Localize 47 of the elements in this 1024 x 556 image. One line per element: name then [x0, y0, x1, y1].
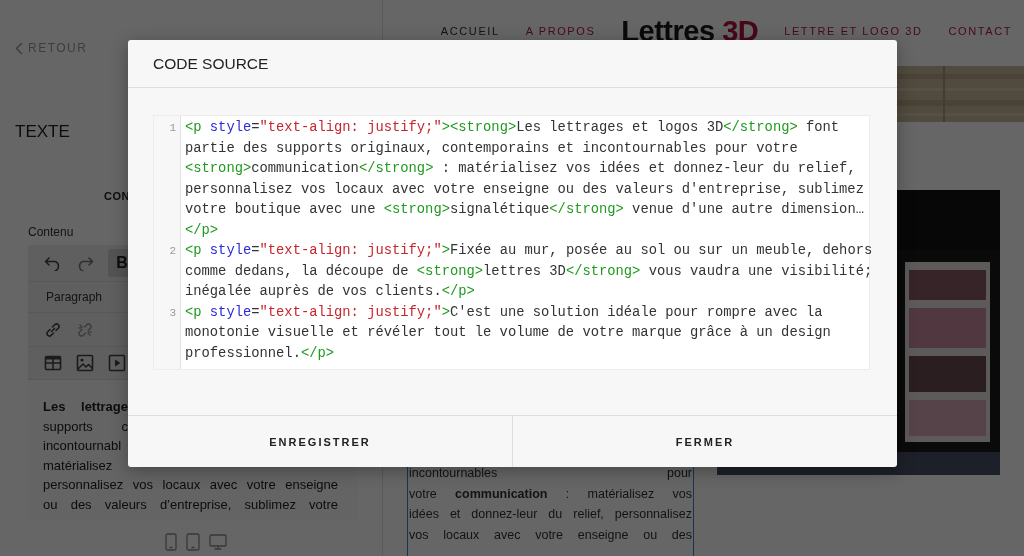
paragraph-line: matérialisez [43, 456, 114, 475]
paragraph-line: idées et donnez-leur du relief, personnalisez [408, 506, 693, 523]
code-line: votre boutique avec une <strong>signalétique</strong> venue d'une autre dimension… [185, 201, 864, 219]
code-line: partie des supports originaux, contemporains et incontournables pour votre [185, 139, 798, 158]
code-line: <p style="text-align: justify;"><strong>Les lettrages et logos 3D</strong> font [185, 119, 840, 137]
paragraph-line: votre communication : matérialisez vos [408, 485, 693, 503]
code-line: comme dedans, la découpe de <strong>lettres 3D</strong> vous vaudra une visibilité; [185, 262, 873, 281]
code-line: <p style="text-align: justify;">Fixée au mur, posée au sol ou sur un meuble, dehors [185, 242, 873, 260]
nav-link[interactable]: ACCUEIL [440, 25, 500, 37]
panel-title: TEXTE [15, 122, 70, 142]
code-line: inégalée auprès de vos clients.</p> [185, 283, 475, 301]
image-icon[interactable] [76, 354, 94, 372]
code-line: <p style="text-align: justify;">C'est une solution idéale pour rompre avec la [185, 303, 823, 322]
paragraph-line: personnalisez vos locaux avec votre enseigne [43, 476, 338, 494]
redo-icon[interactable] [76, 255, 94, 271]
nav-link[interactable]: A PROPOS [525, 25, 596, 37]
line-number: 1 [169, 121, 177, 136]
dialog-title: CODE SOURCE [128, 40, 897, 88]
chevron-left-icon [15, 41, 23, 55]
code-editor[interactable] [153, 115, 870, 370]
paragraph-line: Les lettrage [43, 398, 128, 416]
paragraph-line: incontournabl [43, 437, 123, 455]
nav-link[interactable]: LETTRE ET LOGO 3D [784, 25, 923, 37]
tablet-icon[interactable] [186, 533, 200, 551]
nav-link[interactable]: CONTACT [948, 25, 1012, 37]
dialog-button[interactable]: FERMER [512, 416, 897, 467]
code-line: </p> [185, 221, 219, 240]
paragraph-line: incontournables pour [408, 465, 693, 482]
code-line: <strong>communication</strong> : matérialisez vos idées et donnez-leur du relief, [185, 160, 856, 178]
video-icon[interactable] [108, 354, 126, 372]
phone-icon[interactable] [165, 533, 177, 551]
paragraph-line: vos locaux avec votre enseigne ou des [408, 526, 693, 544]
table-icon[interactable] [44, 355, 62, 371]
undo-icon[interactable] [44, 255, 62, 271]
desktop-icon[interactable] [209, 534, 227, 550]
line-number: 3 [169, 305, 177, 321]
dialog-button[interactable]: ENREGISTRER [128, 416, 512, 467]
code-line: personnalisez vos locaux avec votre enseigne ou des valeurs d'entreprise, sublimez [185, 180, 864, 199]
line-number: 2 [169, 244, 177, 259]
paragraph-line: ou des valeurs d’entreprise, sublimez votre [43, 495, 338, 514]
code-line: monotonie visuelle et révéler tout le volume de votre marque grâce à un design [185, 324, 831, 342]
format-select[interactable]: Paragraph [46, 290, 103, 304]
unlink-icon[interactable] [76, 320, 94, 339]
field-label: Contenu [28, 224, 74, 240]
link-icon[interactable] [44, 320, 62, 339]
paragraph-line: supports c [43, 417, 128, 436]
code-line: professionnel.</p> [185, 344, 335, 363]
